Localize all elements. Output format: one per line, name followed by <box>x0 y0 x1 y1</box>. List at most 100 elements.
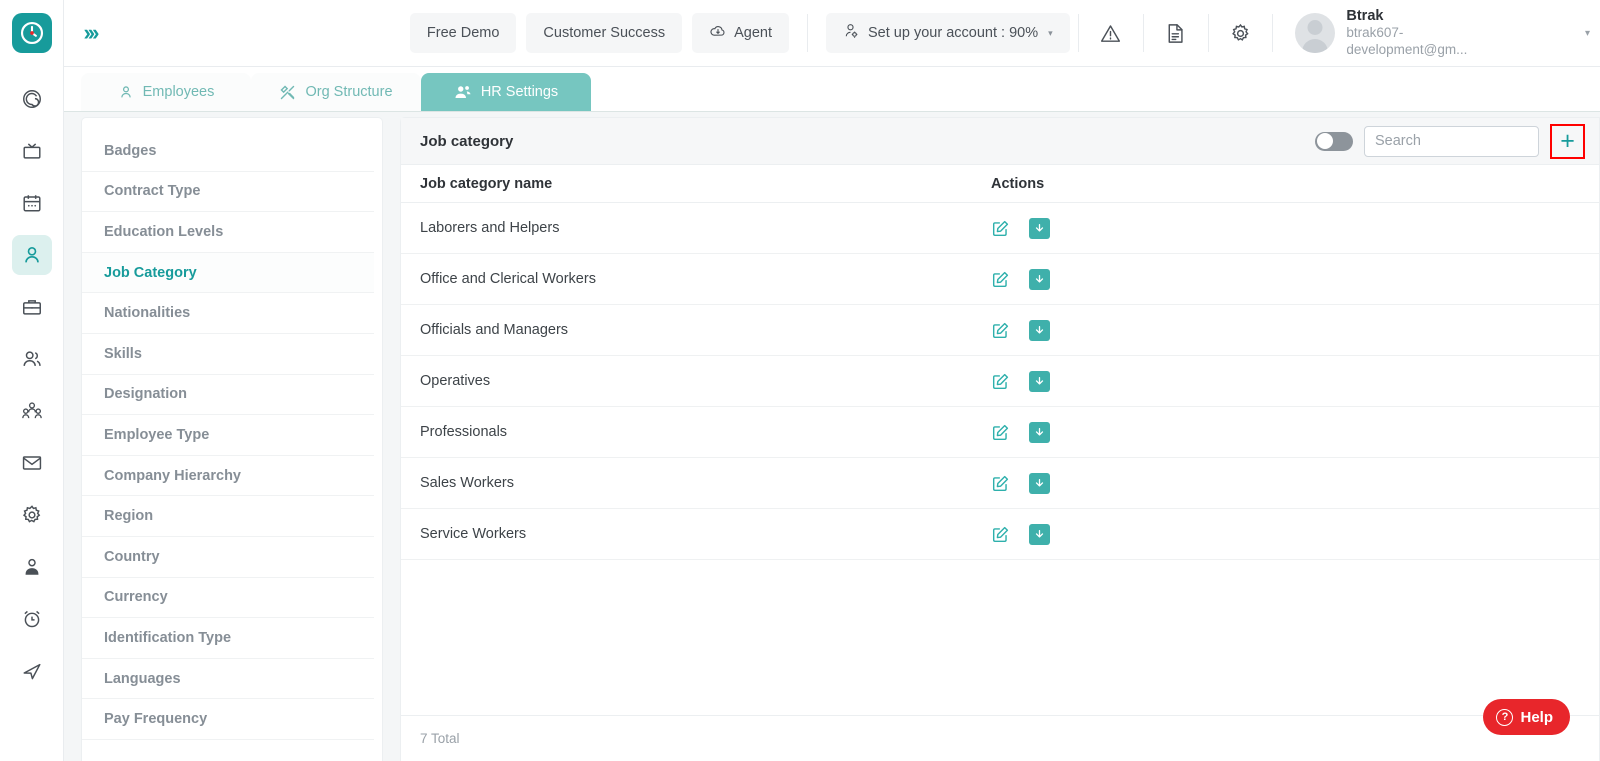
edit-icon[interactable] <box>991 525 1010 544</box>
settings-gear-icon[interactable] <box>12 495 52 535</box>
settings-item-region[interactable]: Region <box>82 496 374 537</box>
edit-icon[interactable] <box>991 270 1010 289</box>
row-label: Officials and Managers <box>420 322 569 338</box>
table-header-row: Job category name Actions <box>401 165 1599 203</box>
header-action-group: Free Demo Customer Success Agent Set up … <box>409 13 1070 53</box>
plus-icon: + <box>1560 126 1575 155</box>
edit-icon[interactable] <box>991 474 1010 493</box>
cloud-download-icon <box>709 22 727 44</box>
top-header-bar: ››› Free Demo Customer Success Agent Set… <box>64 0 1600 67</box>
settings-item-identification-type[interactable]: Identification Type <box>82 618 374 659</box>
settings-item-label: Identification Type <box>104 629 232 646</box>
table-row[interactable]: Service Workers <box>401 509 1599 560</box>
hr-settings-menu-list: Badges Contract Type Education Levels Jo… <box>82 118 382 740</box>
settings-item-currency[interactable]: Currency <box>82 578 374 619</box>
settings-item-country[interactable]: Country <box>82 537 374 578</box>
agent-button[interactable]: Agent <box>692 13 790 53</box>
chevron-down-icon[interactable]: ▾ <box>1585 28 1590 39</box>
mail-icon[interactable] <box>12 443 52 483</box>
card-header-controls: Search + <box>1315 123 1585 159</box>
document-icon[interactable] <box>1151 13 1199 53</box>
free-demo-button[interactable]: Free Demo <box>409 13 517 53</box>
warning-triangle-icon[interactable] <box>1087 13 1135 53</box>
search-input[interactable]: Search <box>1364 125 1539 157</box>
settings-item-education-levels[interactable]: Education Levels <box>82 212 374 253</box>
header-divider-5 <box>1272 14 1274 52</box>
archive-filter-toggle[interactable] <box>1315 131 1353 151</box>
row-label: Operatives <box>420 373 491 389</box>
edit-icon[interactable] <box>991 372 1010 391</box>
archive-icon[interactable] <box>1029 421 1050 443</box>
archive-icon[interactable] <box>1029 319 1050 341</box>
settings-item-pay-frequency[interactable]: Pay Frequency <box>82 699 374 740</box>
settings-item-nationalities[interactable]: Nationalities <box>82 293 374 334</box>
settings-item-contract-type[interactable]: Contract Type <box>82 172 374 213</box>
table-row[interactable]: Operatives <box>401 356 1599 407</box>
setup-account-dropdown[interactable]: Set up your account : 90% ▾ <box>826 13 1070 53</box>
profile-menu[interactable]: Btrak btrak607-development@gm... ▾ <box>1281 7 1600 59</box>
settings-item-designation[interactable]: Designation <box>82 375 374 416</box>
row-action-group <box>991 268 1050 290</box>
settings-item-label: Skills <box>104 345 142 362</box>
settings-item-job-category[interactable]: Job Category <box>82 252 374 294</box>
gear-icon[interactable] <box>1216 13 1264 53</box>
settings-item-employee-type[interactable]: Employee Type <box>82 415 374 456</box>
tab-org-structure[interactable]: Org Structure <box>251 73 421 111</box>
table-row[interactable]: Laborers and Helpers <box>401 203 1599 254</box>
help-button[interactable]: ? Help <box>1483 699 1570 735</box>
settings-item-badges[interactable]: Badges <box>82 131 374 172</box>
tv-icon[interactable] <box>12 131 52 171</box>
archive-icon[interactable] <box>1029 523 1050 545</box>
employee-icon[interactable] <box>11 235 52 275</box>
header-divider-2 <box>1077 14 1079 52</box>
alarm-clock-icon[interactable] <box>12 599 52 639</box>
archive-icon[interactable] <box>1029 370 1050 392</box>
profile-text: Btrak btrak607-development@gm... <box>1346 7 1488 59</box>
hr-settings-menu-panel: Badges Contract Type Education Levels Jo… <box>81 117 383 761</box>
briefcase-icon[interactable] <box>12 287 52 327</box>
search-placeholder: Search <box>1375 133 1421 149</box>
row-label: Professionals <box>420 424 508 440</box>
table-row[interactable]: Office and Clerical Workers <box>401 254 1599 305</box>
row-label: Service Workers <box>420 526 527 542</box>
table-row[interactable]: Sales Workers <box>401 458 1599 509</box>
edit-icon[interactable] <box>991 219 1010 238</box>
settings-item-languages[interactable]: Languages <box>82 659 374 700</box>
customer-success-button[interactable]: Customer Success <box>526 13 683 53</box>
clock-logo-icon[interactable] <box>11 13 52 53</box>
team-icon[interactable] <box>12 391 52 431</box>
left-icon-rail <box>0 0 64 761</box>
send-icon[interactable] <box>12 651 52 691</box>
tab-hr-settings-label: HR Settings <box>480 84 559 100</box>
tab-employees-label: Employees <box>142 84 215 100</box>
row-label: Sales Workers <box>420 475 515 491</box>
table-row[interactable]: Professionals <box>401 407 1599 458</box>
archive-icon[interactable] <box>1029 472 1050 494</box>
edit-icon[interactable] <box>991 423 1010 442</box>
settings-item-label: Region <box>104 508 154 525</box>
header-divider-4 <box>1207 14 1209 52</box>
row-action-group <box>991 472 1050 494</box>
row-action-group <box>991 319 1050 341</box>
table-row[interactable]: Officials and Managers <box>401 305 1599 356</box>
settings-item-skills[interactable]: Skills <box>82 334 374 375</box>
profile-icon[interactable] <box>12 547 52 587</box>
calendar-icon[interactable] <box>12 183 52 223</box>
expand-sidebar-icon[interactable]: ››› <box>70 20 110 46</box>
target-icon[interactable] <box>12 79 52 119</box>
archive-icon[interactable] <box>1029 268 1050 290</box>
column-header-actions: Actions <box>991 175 1045 192</box>
rail-item-list <box>0 79 63 703</box>
edit-icon[interactable] <box>991 321 1010 340</box>
tab-employees[interactable]: Employees <box>81 73 251 111</box>
settings-item-label: Education Levels <box>104 223 224 240</box>
archive-icon[interactable] <box>1029 217 1050 239</box>
question-mark-icon: ? <box>1496 708 1514 726</box>
tab-hr-settings[interactable]: HR Settings <box>421 73 591 111</box>
settings-item-label: Country <box>104 548 160 565</box>
settings-item-company-hierarchy[interactable]: Company Hierarchy <box>82 456 374 497</box>
add-job-category-button[interactable]: + <box>1550 123 1585 159</box>
job-category-card: Job category Search + Job category name … <box>400 117 1600 761</box>
people-icon[interactable] <box>12 339 52 379</box>
settings-item-label: Languages <box>104 670 181 687</box>
